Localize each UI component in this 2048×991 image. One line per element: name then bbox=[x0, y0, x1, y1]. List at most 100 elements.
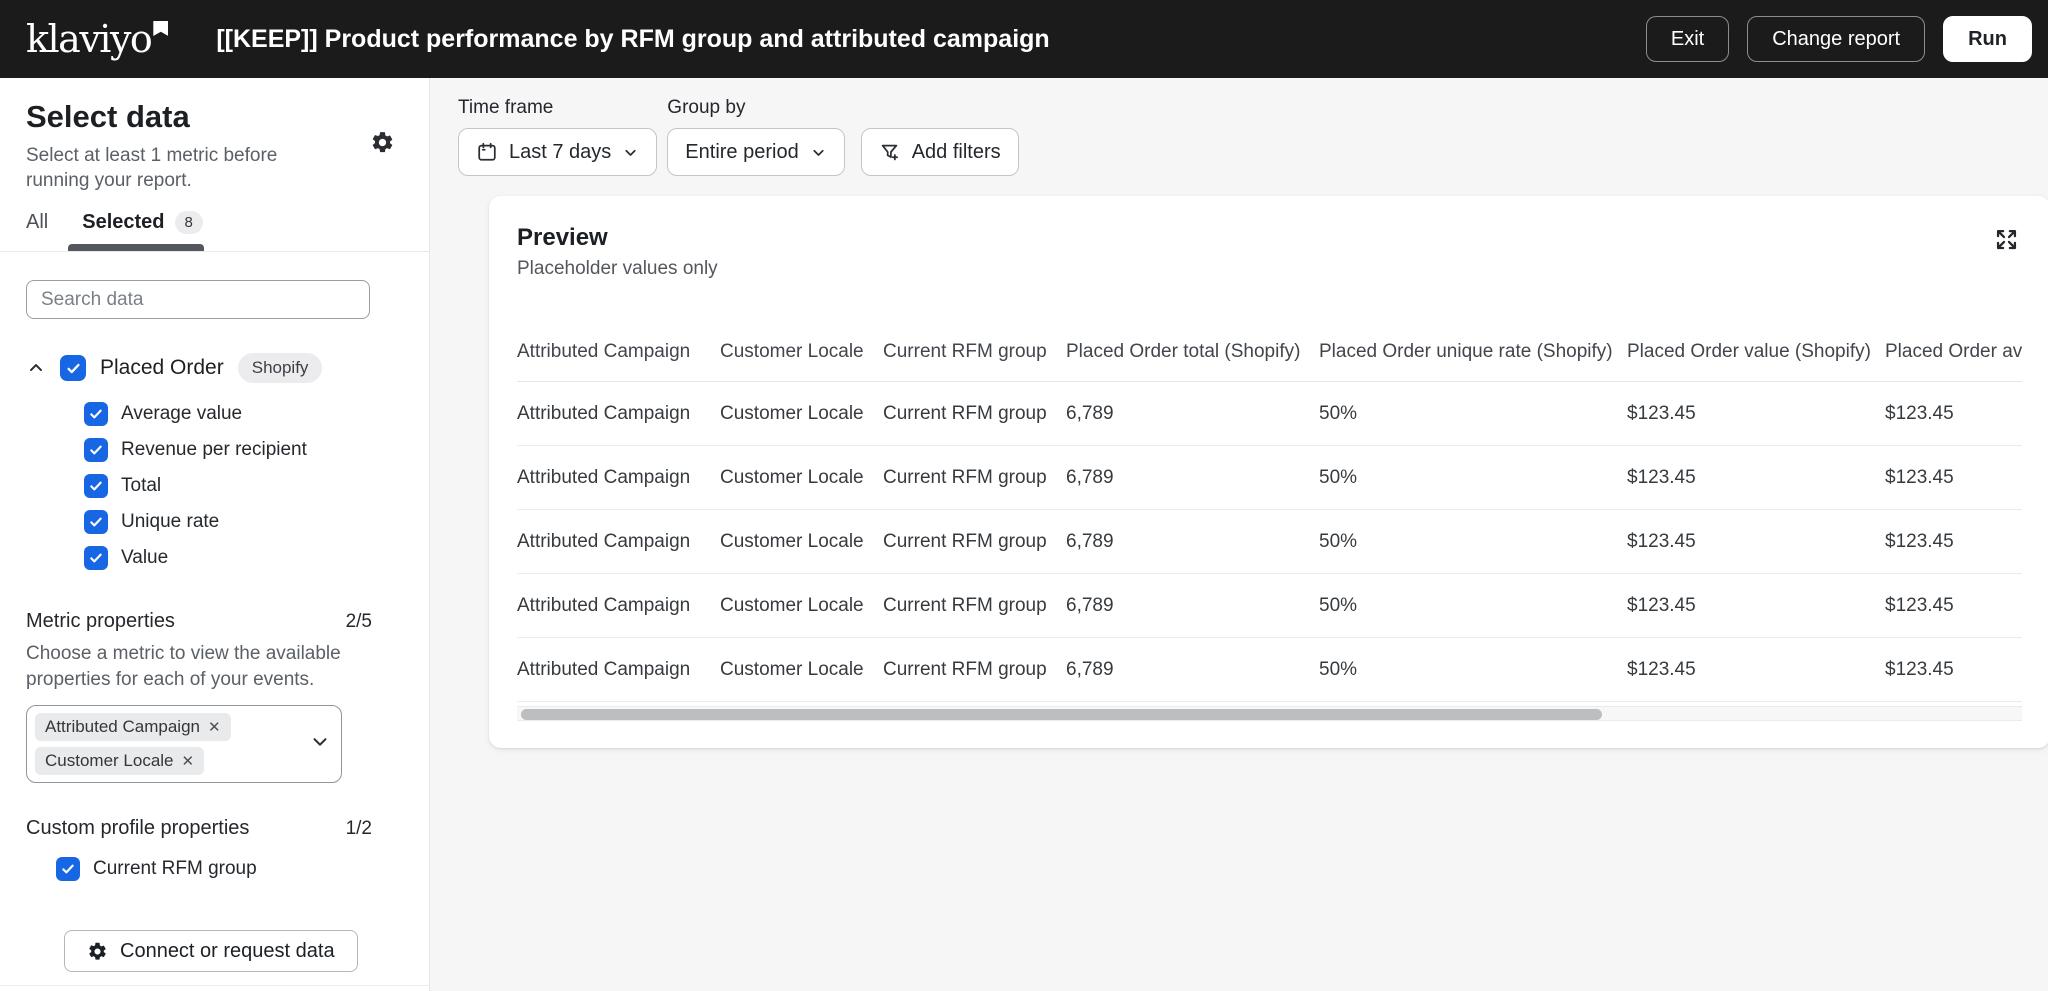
table-cell: Attributed Campaign bbox=[517, 638, 720, 702]
metric-item-checkbox[interactable] bbox=[84, 474, 108, 498]
chips-container: Attributed Campaign✕ Customer Locale ✕ bbox=[35, 713, 307, 775]
table-cell: Current RFM group bbox=[883, 510, 1066, 574]
metric-properties-label: Metric properties bbox=[26, 610, 175, 633]
klaviyo-logo: klaviyo bbox=[26, 19, 168, 59]
table-cell: Attributed Campaign bbox=[517, 382, 720, 446]
report-builder-app: klaviyo [[KEEP]] Product performance by … bbox=[0, 0, 2048, 991]
group-by-label: Group by bbox=[667, 97, 844, 119]
metric-item-label: Value bbox=[121, 547, 168, 569]
metric-item-label: Total bbox=[121, 475, 161, 497]
group-by-dropdown[interactable]: Entire period bbox=[667, 128, 844, 176]
column-header: Placed Order value (Shopify) bbox=[1627, 327, 1885, 382]
table-cell: 6,789 bbox=[1066, 510, 1319, 574]
group-by-group: Group by Entire period bbox=[667, 97, 844, 176]
metric-group-row: Placed Order Shopify bbox=[26, 353, 403, 383]
selected-count-badge: 8 bbox=[175, 211, 203, 234]
metric-properties-count: 2/5 bbox=[346, 611, 372, 633]
table-cell: $123.45 bbox=[1885, 510, 2022, 574]
filter-plus-icon bbox=[879, 141, 901, 163]
gear-icon bbox=[87, 941, 108, 962]
toolbar: Time frame Last 7 days Group by E bbox=[458, 97, 2048, 176]
table-cell: Current RFM group bbox=[883, 446, 1066, 510]
metric-item-row: Average value bbox=[84, 396, 403, 432]
table-cell: 6,789 bbox=[1066, 574, 1319, 638]
run-button[interactable]: Run bbox=[1943, 16, 2032, 62]
custom-profile-list: Current RFM group bbox=[26, 852, 403, 886]
table-cell: $123.45 bbox=[1627, 510, 1885, 574]
custom-profile-label: Custom profile properties bbox=[26, 817, 249, 840]
table-cell: $123.45 bbox=[1627, 638, 1885, 702]
chip-remove-x-icon[interactable]: ✕ bbox=[208, 718, 221, 736]
table-row: Attributed CampaignCustomer LocaleCurren… bbox=[517, 510, 2022, 574]
metric-item-checkbox[interactable] bbox=[84, 510, 108, 534]
metric-item-checkbox[interactable] bbox=[84, 438, 108, 462]
klaviyo-logo-text: klaviyo bbox=[26, 19, 151, 59]
klaviyo-flag-icon bbox=[153, 21, 168, 36]
custom-profile-item-checkbox[interactable] bbox=[56, 857, 80, 881]
column-header: Current RFM group bbox=[883, 327, 1066, 382]
time-frame-group: Time frame Last 7 days bbox=[458, 97, 657, 176]
table-cell: Current RFM group bbox=[883, 382, 1066, 446]
expand-fullscreen-icon[interactable] bbox=[1993, 226, 2020, 256]
horizontal-scrollbar-track[interactable] bbox=[517, 706, 2022, 721]
preview-table-container: Attributed CampaignCustomer LocaleCurren… bbox=[517, 327, 2022, 702]
custom-profile-header: Custom profile properties 1/2 bbox=[26, 817, 372, 840]
time-frame-label: Time frame bbox=[458, 97, 657, 119]
table-cell: Attributed Campaign bbox=[517, 446, 720, 510]
change-report-button[interactable]: Change report bbox=[1747, 16, 1925, 62]
table-cell: Customer Locale bbox=[720, 382, 883, 446]
table-cell: Current RFM group bbox=[883, 574, 1066, 638]
select-data-sidebar: Select data Select at least 1 metric bef… bbox=[0, 78, 430, 991]
sidebar-bottom-divider bbox=[0, 985, 429, 986]
sidebar-title: Select data bbox=[26, 98, 403, 136]
preview-table: Attributed CampaignCustomer LocaleCurren… bbox=[517, 327, 2022, 702]
selected-property-chip: Customer Locale ✕ bbox=[35, 747, 204, 775]
metric-item-label: Unique rate bbox=[121, 511, 219, 533]
tab-selected[interactable]: Selected 8 bbox=[82, 211, 203, 234]
chevron-down-icon[interactable] bbox=[309, 731, 331, 758]
table-cell: 6,789 bbox=[1066, 446, 1319, 510]
time-frame-dropdown[interactable]: Last 7 days bbox=[458, 128, 657, 176]
metric-properties-multiselect[interactable]: Attributed Campaign✕ Customer Locale ✕ bbox=[26, 705, 342, 783]
metric-item-checkbox[interactable] bbox=[84, 402, 108, 426]
add-filters-button[interactable]: Add filters bbox=[861, 128, 1019, 176]
table-cell: 50% bbox=[1319, 446, 1627, 510]
custom-profile-item-label: Current RFM group bbox=[93, 858, 257, 880]
preview-subtitle: Placeholder values only bbox=[517, 258, 2022, 280]
table-cell: Customer Locale bbox=[720, 574, 883, 638]
metric-item-checkbox[interactable] bbox=[84, 546, 108, 570]
chip-remove-x-icon[interactable]: ✕ bbox=[182, 752, 195, 770]
sidebar-tabs: All Selected 8 bbox=[0, 211, 429, 252]
group-by-value: Entire period bbox=[685, 141, 798, 164]
table-row: Attributed CampaignCustomer LocaleCurren… bbox=[517, 574, 2022, 638]
metric-item-row: Revenue per recipient bbox=[84, 432, 403, 468]
table-row: Attributed CampaignCustomer LocaleCurren… bbox=[517, 382, 2022, 446]
table-cell: $123.45 bbox=[1885, 638, 2022, 702]
main-area: Time frame Last 7 days Group by E bbox=[430, 78, 2048, 991]
selected-property-chip: Attributed Campaign✕ bbox=[35, 713, 231, 741]
horizontal-scrollbar-thumb[interactable] bbox=[521, 709, 1602, 720]
tab-selected-label: Selected bbox=[82, 211, 164, 234]
metric-item-row: Total bbox=[84, 468, 403, 504]
add-filters-label: Add filters bbox=[912, 141, 1001, 164]
chip-label: Customer Locale bbox=[45, 751, 174, 771]
metric-group-label: Placed Order bbox=[100, 356, 224, 380]
tab-all[interactable]: All bbox=[26, 211, 48, 234]
add-filters-group: Add filters bbox=[861, 128, 1019, 176]
report-title: [[KEEP]] Product performance by RFM grou… bbox=[216, 25, 1646, 54]
shopify-badge: Shopify bbox=[238, 353, 323, 383]
table-cell: 50% bbox=[1319, 510, 1627, 574]
placed-order-checkbox[interactable] bbox=[60, 355, 86, 381]
connect-or-request-data-button[interactable]: Connect or request data bbox=[64, 930, 358, 972]
metric-item-label: Revenue per recipient bbox=[121, 439, 307, 461]
column-header: Customer Locale bbox=[720, 327, 883, 382]
metric-properties-header: Metric properties 2/5 bbox=[26, 610, 372, 633]
column-header: Placed Order average value (Shopify) bbox=[1885, 327, 2022, 382]
exit-button[interactable]: Exit bbox=[1646, 16, 1729, 62]
top-bar: klaviyo [[KEEP]] Product performance by … bbox=[0, 0, 2048, 78]
collapse-chevron-up-icon[interactable] bbox=[26, 358, 46, 378]
search-input[interactable] bbox=[26, 280, 370, 319]
table-cell: 50% bbox=[1319, 638, 1627, 702]
sidebar-settings-gear-icon[interactable] bbox=[370, 130, 395, 160]
top-bar-actions: Exit Change report Run bbox=[1646, 16, 2032, 62]
